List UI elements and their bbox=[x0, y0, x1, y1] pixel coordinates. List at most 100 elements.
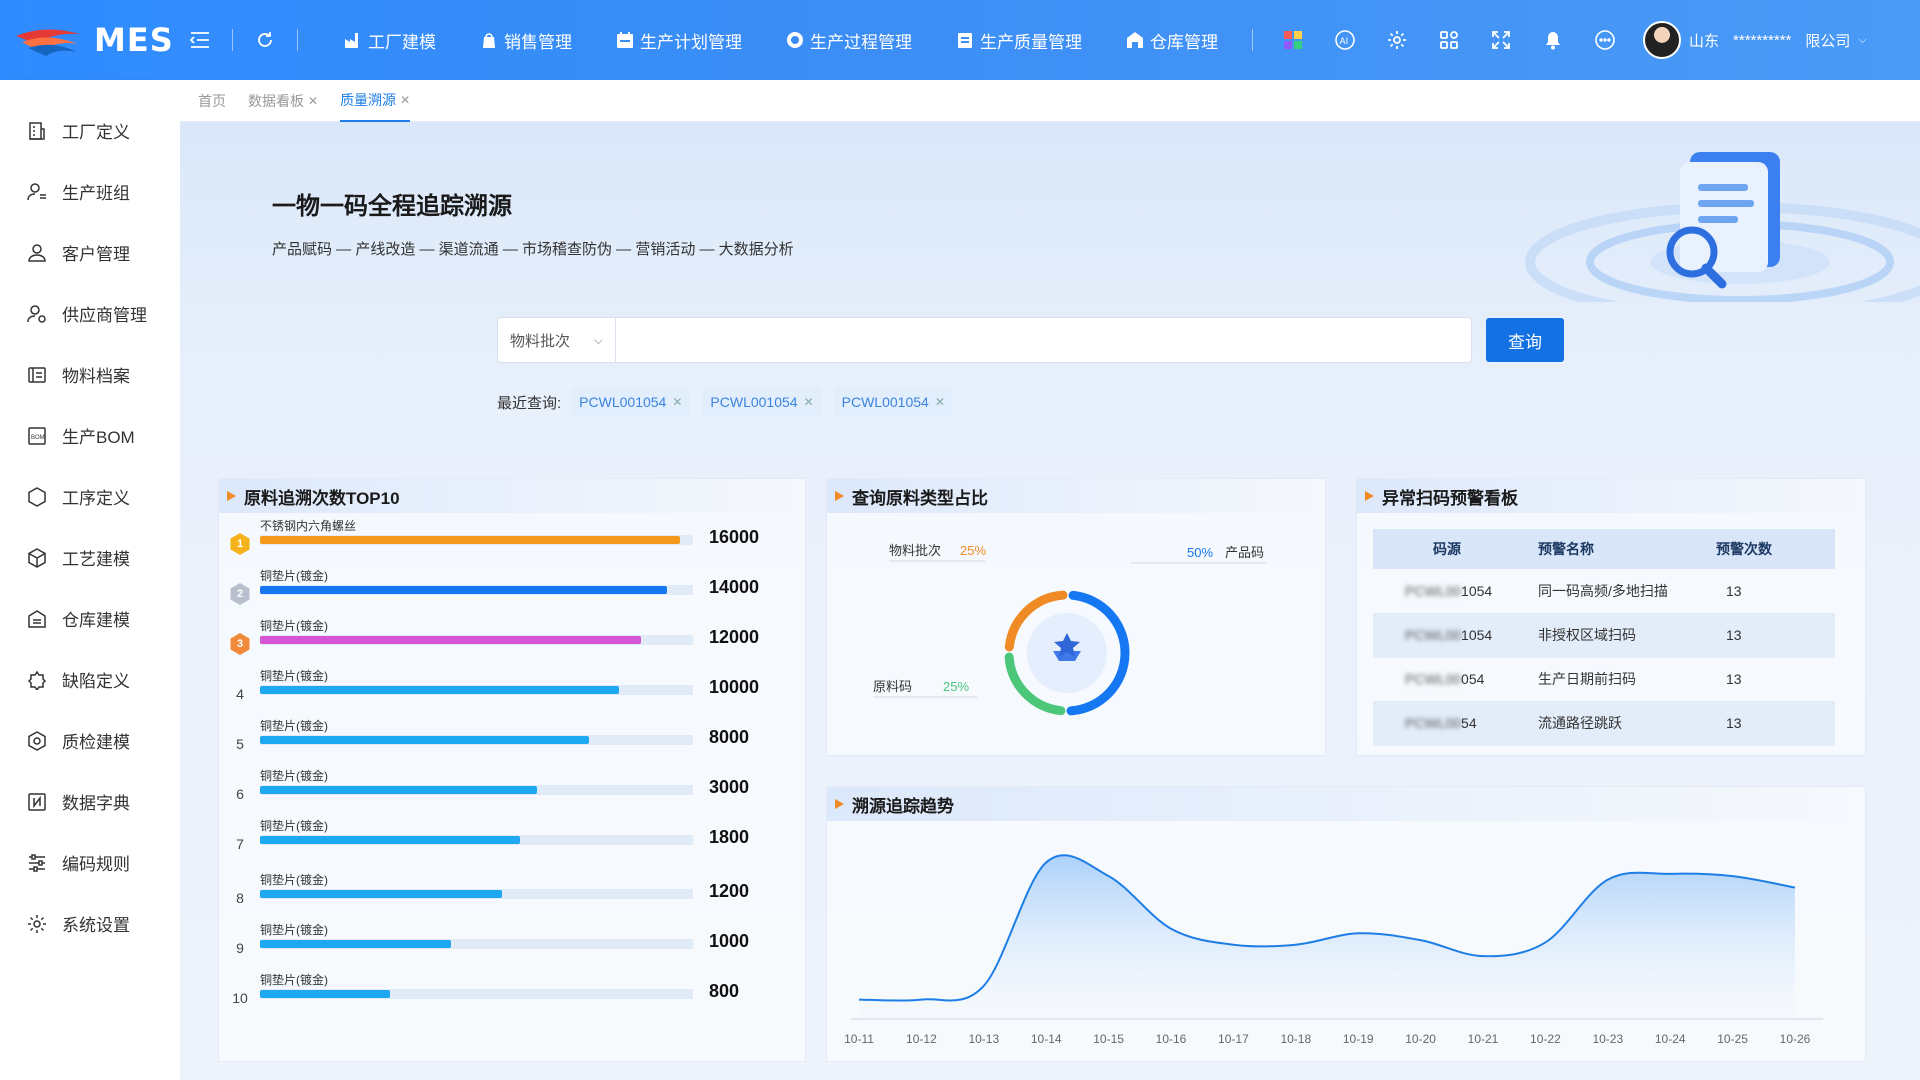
sidebar-item-3[interactable]: 供应商管理 bbox=[0, 283, 180, 344]
item-name: 铜垫片(镀金) bbox=[260, 769, 328, 783]
logo-wing-icon bbox=[16, 29, 80, 56]
refresh-icon[interactable] bbox=[245, 20, 285, 60]
sidebar-item-7[interactable]: 工艺建模 bbox=[0, 527, 180, 588]
item-value: 3000 bbox=[709, 777, 750, 797]
item-name: 铜垫片(镀金) bbox=[260, 719, 328, 733]
top-nav: 工厂建模 销售管理 生产计划管理 生产过程管理 生产质量管理 仓库管理 bbox=[322, 28, 1240, 53]
recent-chip[interactable]: PCWL001054 ✕ bbox=[833, 387, 953, 417]
user-company: 限公司 bbox=[1805, 32, 1851, 50]
sidebar-item-9[interactable]: 缺陷定义 bbox=[0, 649, 180, 710]
tab-quality-trace[interactable]: 质量溯源 ✕ bbox=[340, 80, 411, 122]
alert-count: 13 bbox=[1708, 569, 1835, 614]
sidebar-item-5[interactable]: BOM 生产BOM bbox=[0, 405, 180, 466]
x-tick-label: 10-12 bbox=[906, 1032, 937, 1046]
nav-production-plan[interactable]: 生产计划管理 bbox=[594, 28, 764, 53]
medal-icon: 3 bbox=[230, 633, 250, 655]
nav-production-process[interactable]: 生产过程管理 bbox=[764, 28, 934, 53]
bar-track bbox=[260, 685, 693, 695]
search-type-select[interactable]: 物料批次 ⌵ bbox=[498, 318, 616, 362]
nav-label: 生产质量管理 bbox=[980, 32, 1082, 52]
table-header-row: 码源 预警名称 预警次数 bbox=[1373, 529, 1835, 569]
warehouse-icon bbox=[26, 608, 48, 630]
rank-number: 7 bbox=[236, 836, 244, 852]
table-row[interactable]: PCWL001054 同一码高频/多地扫描 13 bbox=[1373, 569, 1835, 614]
x-tick-label: 10-22 bbox=[1530, 1032, 1561, 1046]
list-item: 7 铜垫片(镀金) 1800 bbox=[219, 815, 779, 865]
tab-dashboard[interactable]: 数据看板 ✕ bbox=[248, 80, 318, 122]
fullscreen-icon[interactable] bbox=[1481, 20, 1521, 60]
logo[interactable]: MES bbox=[0, 0, 180, 80]
page-title: 一物一码全程追踪溯源 bbox=[272, 193, 512, 220]
query-button[interactable]: 查询 bbox=[1486, 318, 1564, 362]
item-name: 铜垫片(镀金) bbox=[260, 819, 328, 833]
material-icon bbox=[26, 364, 48, 386]
list-item: 1 不锈钢内六角螺丝 16000 bbox=[219, 515, 779, 565]
tab-home[interactable]: 首页 bbox=[198, 80, 226, 122]
supplier-icon bbox=[26, 303, 48, 325]
sidebar-item-12[interactable]: 编码规则 bbox=[0, 832, 180, 893]
bar-track bbox=[260, 835, 693, 845]
sidebar-item-10[interactable]: 质检建模 bbox=[0, 710, 180, 771]
x-tick-label: 10-18 bbox=[1280, 1032, 1311, 1046]
column-header: 预警次数 bbox=[1708, 529, 1835, 569]
flag-icon bbox=[835, 799, 844, 809]
rank-number: 8 bbox=[236, 890, 244, 906]
nav-production-quality[interactable]: 生产质量管理 bbox=[934, 28, 1104, 53]
x-tick-label: 10-23 bbox=[1592, 1032, 1623, 1046]
table-row[interactable]: PCWL0054 流通路径跳跃 13 bbox=[1373, 701, 1835, 746]
x-tick-label: 10-20 bbox=[1405, 1032, 1436, 1046]
item-value: 10000 bbox=[709, 677, 760, 697]
tab-label: 数据看板 bbox=[248, 92, 304, 109]
sidebar-item-6[interactable]: 工序定义 bbox=[0, 466, 180, 527]
close-icon[interactable]: ✕ bbox=[400, 93, 410, 107]
column-header: 码源 bbox=[1373, 529, 1538, 569]
more-icon[interactable] bbox=[1585, 20, 1625, 60]
trend-area-chart: 10-11 10-12 10-13 10-14 10-15 10-16 10-17 10-18… bbox=[844, 854, 1823, 1046]
x-tick-label: 10-24 bbox=[1655, 1032, 1686, 1046]
sidebar-item-11[interactable]: 数据字典 bbox=[0, 771, 180, 832]
x-tick-label: 10-17 bbox=[1218, 1032, 1249, 1046]
close-icon[interactable]: ✕ bbox=[308, 94, 318, 108]
sidebar: 工厂定义 生产班组 客户管理 供应商管理 物料档案 BOM 生产BOM 工序定义 工艺建模 仓库建… bbox=[0, 80, 180, 1080]
sidebar-item-13[interactable]: 系统设置 bbox=[0, 893, 180, 954]
alert-count: 13 bbox=[1708, 657, 1835, 702]
recent-chip[interactable]: PCWL001054 ✕ bbox=[702, 387, 822, 417]
sidebar-item-1[interactable]: 生产班组 bbox=[0, 161, 180, 222]
user-menu[interactable]: 山东 ********** 限公司 ⌵ bbox=[1643, 21, 1867, 59]
alert-count: 13 bbox=[1708, 613, 1835, 658]
page-subtitle: 产品赋码 — 产线改造 — 渠道流通 — 市场稽查防伪 — 营销活动 — 大数据… bbox=[272, 241, 794, 258]
search-input[interactable] bbox=[616, 318, 1471, 362]
panel-header: 溯源追踪趋势 bbox=[827, 787, 1865, 821]
bell-icon[interactable] bbox=[1533, 20, 1573, 60]
recent-chip[interactable]: PCWL001054 ✕ bbox=[571, 387, 691, 417]
code-tail: 1054 bbox=[1461, 627, 1493, 643]
close-icon[interactable]: ✕ bbox=[935, 395, 945, 409]
masked-code: PCWL00 bbox=[1405, 582, 1462, 599]
defect-icon bbox=[26, 669, 48, 691]
item-name: 铜垫片(镀金) bbox=[260, 973, 328, 987]
table-row[interactable]: PCWL00054 生产日期前扫码 13 bbox=[1373, 657, 1835, 702]
sidebar-item-4[interactable]: 物料档案 bbox=[0, 344, 180, 405]
nav-sales[interactable]: 销售管理 bbox=[458, 28, 594, 53]
close-icon[interactable]: ✕ bbox=[672, 395, 682, 409]
top10-panel: 原料追溯次数TOP10 1 不锈钢内六角螺丝 16000 2 铜垫片(镀金) 14000 3… bbox=[218, 478, 806, 1062]
table-row[interactable]: PCWL001054 非授权区域扫码 13 bbox=[1373, 613, 1835, 658]
sidebar-item-2[interactable]: 客户管理 bbox=[0, 222, 180, 283]
apps-grid-icon[interactable] bbox=[1429, 20, 1469, 60]
rank-number: 9 bbox=[236, 940, 244, 956]
header-tools: AI bbox=[1273, 20, 1625, 60]
app-color-icon[interactable] bbox=[1273, 20, 1313, 60]
sidebar-item-0[interactable]: 工厂定义 bbox=[0, 100, 180, 161]
sidebar-item-8[interactable]: 仓库建模 bbox=[0, 588, 180, 649]
close-icon[interactable]: ✕ bbox=[804, 395, 814, 409]
user-name: ********** bbox=[1733, 31, 1792, 49]
divider bbox=[232, 29, 233, 51]
ai-icon[interactable]: AI bbox=[1325, 20, 1365, 60]
nav-warehouse[interactable]: 仓库管理 bbox=[1104, 28, 1240, 53]
menu-toggle-icon[interactable] bbox=[180, 20, 220, 60]
hero-illustration bbox=[1525, 152, 1920, 302]
factory-icon bbox=[344, 31, 362, 49]
avatar[interactable] bbox=[1643, 21, 1681, 59]
gear-icon[interactable] bbox=[1377, 20, 1417, 60]
nav-factory-modeling[interactable]: 工厂建模 bbox=[322, 28, 458, 53]
